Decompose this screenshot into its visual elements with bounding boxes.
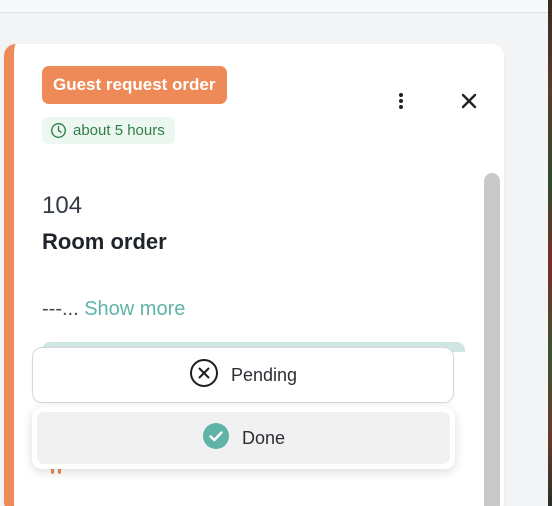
- top-bar: [0, 0, 548, 13]
- show-more-link[interactable]: Show more: [84, 298, 185, 320]
- description-text: ---...: [42, 298, 79, 320]
- status-option-done[interactable]: Done: [37, 412, 450, 464]
- order-description: ---... Show more: [42, 298, 185, 321]
- elapsed-time-chip: about 5 hours: [42, 117, 175, 144]
- room-number: 104: [42, 192, 83, 219]
- status-option-label: Done: [241, 427, 286, 448]
- status-label: Pending: [230, 364, 298, 385]
- more-options-button[interactable]: [390, 92, 412, 114]
- close-icon: [461, 93, 477, 114]
- order-title: Room order: [42, 229, 167, 254]
- clock-icon: [50, 122, 67, 139]
- background-strip: [548, 0, 552, 506]
- status-dropdown-button[interactable]: Pending: [32, 347, 454, 403]
- scrollbar[interactable]: [484, 173, 500, 506]
- x-circle-icon: [189, 358, 219, 393]
- check-circle-icon: [202, 422, 230, 455]
- status-menu: Done: [32, 407, 455, 469]
- close-button[interactable]: [458, 92, 480, 114]
- elapsed-time-text: about 5 hours: [73, 122, 165, 139]
- kebab-icon: [398, 92, 404, 115]
- order-type-badge: Guest request order: [42, 66, 227, 104]
